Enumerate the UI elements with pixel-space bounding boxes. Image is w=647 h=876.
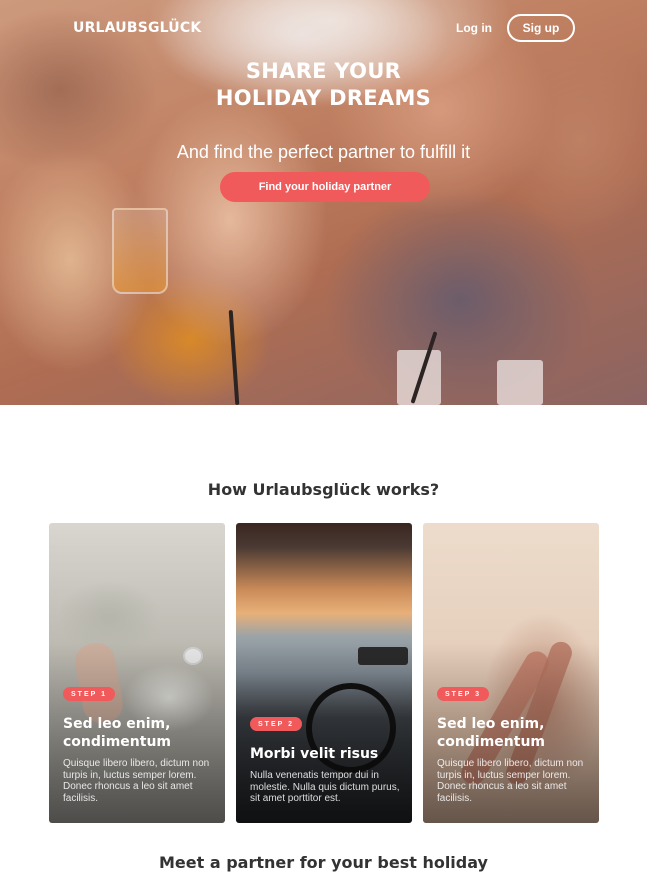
card-title: Sed leo enim, condimentum [437,716,546,750]
step-card[interactable]: STEP 2 Morbi velit risus Nulla venenatis… [236,523,412,823]
step-card[interactable]: STEP 3 Sed leo enim, condimentum Quisque… [423,523,599,823]
hero-subtitle: And find the perfect partner to fulfill … [176,142,471,162]
how-it-works-title: How Urlaubsglück works? [207,480,440,499]
partner-section-title: Meet a partner for your best holiday [159,853,488,872]
card-text: Nulla venenatis tempor dui in molestie. … [250,770,400,804]
login-link[interactable]: Log in [456,21,492,35]
signup-button-label: Sig up [522,21,560,35]
step-card[interactable]: STEP 1 Sed leo enim, condimentum Quisque… [49,523,225,823]
step-badge: STEP 3 [437,687,489,701]
card-title: Sed leo enim, condimentum [63,716,172,750]
hero-title-line1: SHARE YOUR [245,59,402,83]
card-title: Morbi velit risus [250,746,379,762]
find-partner-button[interactable]: Find your holiday partner [220,172,430,202]
card-text: Quisque libero libero, dictum non turpis… [63,758,210,804]
step-badge: STEP 1 [63,687,115,701]
hero-title: SHARE YOUR HOLIDAY DREAMS [0,58,647,112]
signup-button[interactable]: Sig up [507,14,575,42]
hero-title-line2: HOLIDAY DREAMS [215,86,432,110]
find-partner-button-label: Find your holiday partner [258,181,392,193]
step-badge: STEP 2 [250,717,302,731]
card-text: Quisque libero libero, dictum non turpis… [437,758,584,804]
site-logo[interactable]: URLAUBSGLÜCK [73,20,201,36]
hero-banner: URLAUBSGLÜCK Log in Sig up SHARE YOUR HO… [0,0,647,405]
